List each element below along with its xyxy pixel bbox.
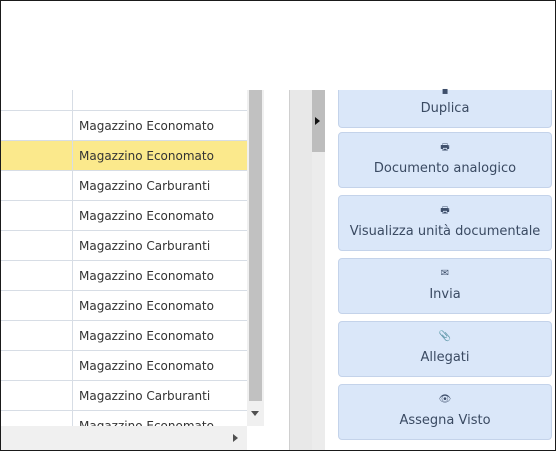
button-label: Documento analogico: [373, 161, 517, 176]
table-cell[interactable]: [1, 261, 73, 290]
warehouse-cell[interactable]: Magazzino Economato: [79, 90, 214, 106]
table-row[interactable]: Magazzino Carburanti: [1, 171, 247, 201]
button-label: Visualizza unità documentale: [349, 224, 541, 239]
table-cell[interactable]: [1, 291, 73, 320]
paperclip-icon: 📎: [438, 331, 452, 342]
envelope-icon: ✉: [440, 268, 450, 279]
table-row[interactable]: Magazzino Economato: [1, 351, 247, 381]
copy-icon: ▪: [441, 86, 449, 97]
visualizza-unit-documentale-button[interactable]: 🖶 Visualizza unità documentale: [338, 195, 552, 251]
table-row[interactable]: Magazzino Economato: [1, 201, 247, 231]
invia-button[interactable]: ✉ Invia: [338, 258, 552, 314]
table-row[interactable]: Magazzino Carburanti: [1, 231, 247, 261]
table-row[interactable]: Magazzino Economato: [1, 90, 247, 111]
vertical-scroll-thumb[interactable]: [249, 90, 262, 401]
printer-icon: 🖶: [440, 142, 450, 153]
warehouse-cell[interactable]: Magazzino Carburanti: [79, 381, 210, 410]
table-cell[interactable]: [1, 111, 73, 140]
table-cell[interactable]: [1, 171, 73, 200]
table-row[interactable]: Magazzino Economato: [1, 291, 247, 321]
expand-arrow-icon[interactable]: [315, 117, 321, 127]
warehouse-cell[interactable]: Magazzino Carburanti: [79, 231, 210, 260]
warehouse-cell[interactable]: Magazzino Economato: [79, 411, 214, 426]
table-row[interactable]: Magazzino Carburanti: [1, 381, 247, 411]
table-cell[interactable]: [1, 141, 73, 170]
assegna-visto-button[interactable]: 👁 Assegna Visto: [338, 384, 552, 440]
table-cell[interactable]: [1, 351, 73, 380]
button-label: Assegna Visto: [399, 413, 491, 428]
button-label: Allegati: [420, 350, 470, 365]
table-cell[interactable]: [1, 231, 73, 260]
table-cell[interactable]: [1, 201, 73, 230]
panel-splitter[interactable]: [289, 90, 313, 450]
duplica-button[interactable]: ▪ Duplica: [338, 86, 552, 128]
button-label: Duplica: [420, 101, 470, 116]
warehouse-cell[interactable]: Magazzino Economato: [79, 111, 214, 140]
warehouse-cell[interactable]: Magazzino Economato: [79, 201, 214, 230]
table-cell[interactable]: [1, 90, 73, 110]
table-cell[interactable]: [1, 381, 73, 410]
warehouse-cell[interactable]: Magazzino Economato: [79, 351, 214, 380]
printer-icon: 🖶: [440, 205, 450, 216]
table-row[interactable]: Magazzino Economato: [1, 321, 247, 351]
warehouse-cell[interactable]: Magazzino Economato: [79, 261, 214, 290]
warehouse-cell[interactable]: Magazzino Economato: [79, 141, 214, 170]
table-vertical-scrollbar[interactable]: [247, 90, 264, 426]
table-row[interactable]: Magazzino Economato: [1, 411, 247, 426]
table-cell[interactable]: [1, 411, 73, 426]
table-row[interactable]: Magazzino Economato: [1, 141, 247, 171]
window-frame: Magazzino Economato Magazzino Economato Ma…: [0, 0, 556, 451]
actions-scroll-thumb[interactable]: [312, 90, 325, 152]
table-row[interactable]: Magazzino Economato: [1, 111, 247, 141]
actions-scrollbar[interactable]: [312, 90, 325, 450]
records-table: Magazzino Economato Magazzino Economato Ma…: [1, 90, 247, 426]
warehouse-cell[interactable]: Magazzino Carburanti: [79, 171, 210, 200]
table-horizontal-scrollbar[interactable]: [1, 426, 247, 450]
allegati-button[interactable]: 📎 Allegati: [338, 321, 552, 377]
table-cell[interactable]: [1, 321, 73, 350]
eye-icon: 👁: [438, 394, 452, 405]
documento-analogico-button[interactable]: 🖶 Documento analogico: [338, 132, 552, 188]
table-row[interactable]: Magazzino Economato: [1, 261, 247, 291]
scroll-right-arrow-icon[interactable]: [229, 431, 241, 445]
warehouse-cell[interactable]: Magazzino Economato: [79, 321, 214, 350]
warehouse-cell[interactable]: Magazzino Economato: [79, 291, 214, 320]
scroll-down-arrow-icon[interactable]: [247, 406, 264, 422]
button-label: Invia: [429, 287, 461, 302]
